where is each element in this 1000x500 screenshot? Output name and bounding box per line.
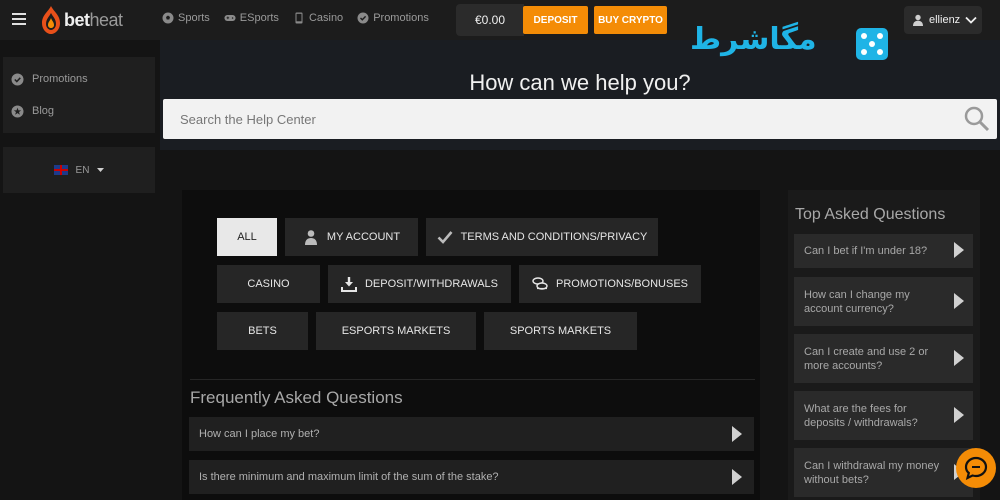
download-icon — [340, 277, 357, 292]
top-questions-title: Top Asked Questions — [795, 206, 946, 223]
category-label: CASINO — [247, 278, 290, 290]
arrow-right-icon — [954, 242, 964, 258]
top-question-item[interactable]: How can I change my account currency? — [794, 277, 973, 326]
top-question-text: Can I withdrawal my money without bets? — [804, 459, 940, 486]
category-label: DEPOSIT/WITHDRAWALS — [364, 278, 499, 290]
main-nav: Sports ESports Casino Promotions — [162, 12, 429, 24]
arrow-right-icon — [732, 469, 742, 485]
logo-text: betheat — [64, 9, 123, 30]
nav-casino[interactable]: Casino — [293, 12, 343, 24]
deposit-button[interactable]: DEPOSIT — [523, 6, 588, 34]
nav-label: Promotions — [373, 12, 429, 24]
sidebar-item-label: Blog — [32, 105, 55, 117]
arrow-right-icon — [732, 426, 742, 442]
faq-title: Frequently Asked Questions — [190, 388, 403, 407]
top-question-text: What are the fees for deposits / withdra… — [804, 402, 918, 429]
category-label: ESPORTS MARKETS — [341, 325, 451, 337]
sidebar-item-label: Promotions — [32, 73, 88, 85]
nav-label: ESports — [239, 12, 279, 24]
category-terms[interactable]: TERMS AND CONDITIONS/PRIVACY — [426, 218, 658, 256]
category-label: ALL — [237, 231, 257, 243]
category-sports-markets[interactable]: SPORTS MARKETS — [484, 312, 637, 350]
chevron-down-icon — [97, 167, 105, 172]
arrow-right-icon — [954, 292, 964, 309]
top-question-text: Can I bet if I'm under 18? — [804, 245, 928, 257]
uk-flag-icon — [53, 165, 68, 175]
live-chat-button[interactable] — [956, 448, 996, 488]
search-icon[interactable] — [963, 105, 991, 133]
category-casino[interactable]: CASINO — [217, 265, 320, 303]
sidebar-item-blog[interactable]: Blog — [3, 95, 155, 127]
category-label: MY ACCOUNT — [326, 231, 401, 243]
sidebar-item-promotions[interactable]: Promotions — [3, 63, 155, 95]
checkmark-icon — [437, 231, 453, 244]
sidebar-menu: Promotions Blog — [3, 57, 155, 133]
top-question-item[interactable]: Can I withdrawal my money without bets? — [794, 448, 973, 497]
help-categories-panel: ALL MY ACCOUNT TERMS AND CONDITIONS/PRIV… — [182, 190, 760, 500]
top-question-item[interactable]: What are the fees for deposits / withdra… — [794, 391, 973, 440]
search-input[interactable] — [163, 99, 953, 139]
username: ellienz — [929, 14, 961, 26]
divider — [190, 379, 755, 380]
language-selector[interactable]: EN — [3, 147, 155, 193]
top-question-text: How can I change my account currency? — [804, 288, 910, 315]
nav-label: Casino — [308, 12, 344, 24]
nav-esports[interactable]: ESports — [224, 12, 279, 24]
category-promotions-bonuses[interactable]: PROMOTIONS/BONUSES — [519, 265, 701, 303]
buy-crypto-button[interactable]: BUY CRYPTO — [594, 6, 667, 34]
nav-sports[interactable]: Sports — [162, 12, 210, 24]
coins-icon — [532, 277, 548, 290]
category-label: BETS — [248, 325, 277, 337]
language-label: EN — [75, 164, 90, 176]
arrow-right-icon — [954, 406, 964, 423]
category-all[interactable]: ALL — [217, 218, 277, 256]
top-question-item[interactable]: Can I create and use 2 or more accounts? — [794, 334, 973, 383]
user-icon — [913, 14, 923, 26]
menu-icon[interactable] — [12, 13, 26, 25]
balance-display[interactable]: €0.00 — [456, 4, 524, 36]
faq-item[interactable]: How can I place my bet? — [189, 417, 754, 451]
top-question-text: Can I create and use 2 or more accounts? — [804, 345, 929, 372]
faq-question: Is there minimum and maximum limit of th… — [199, 471, 499, 483]
faq-question: How can I place my bet? — [199, 428, 320, 440]
category-label: SPORTS MARKETS — [509, 325, 612, 337]
logo[interactable]: betheat — [40, 4, 123, 36]
category-deposit-withdrawals[interactable]: DEPOSIT/WITHDRAWALS — [328, 265, 511, 303]
flame-logo-icon — [42, 6, 60, 34]
page-title: How can we help you? — [469, 70, 691, 95]
arrow-right-icon — [954, 349, 964, 366]
faq-item[interactable]: Is there minimum and maximum limit of th… — [189, 460, 754, 494]
watermark-text: مگاشرط — [690, 22, 817, 57]
category-label: TERMS AND CONDITIONS/PRIVACY — [460, 231, 648, 243]
user-menu[interactable]: ellienz — [904, 6, 982, 34]
soccer-ball-icon — [162, 12, 174, 24]
top-questions-panel: Top Asked Questions Can I bet if I'm und… — [788, 190, 980, 500]
search-bar — [163, 99, 997, 139]
star-icon — [11, 105, 24, 117]
gamepad-icon — [224, 15, 236, 21]
badge-check-icon — [357, 12, 369, 24]
category-my-account[interactable]: MY ACCOUNT — [285, 218, 418, 256]
watermark-logo: مگاشرط — [690, 22, 890, 70]
category-esports-markets[interactable]: ESPORTS MARKETS — [316, 312, 476, 350]
category-bets[interactable]: BETS — [217, 312, 308, 350]
nav-label: Sports — [178, 12, 210, 24]
dice-icon — [856, 28, 888, 60]
chevron-down-icon — [965, 16, 977, 24]
phone-icon — [295, 12, 303, 24]
user-icon — [304, 230, 317, 245]
badge-check-icon — [11, 73, 24, 85]
category-label: PROMOTIONS/BONUSES — [555, 278, 689, 290]
nav-promotions[interactable]: Promotions — [357, 12, 429, 24]
sidebar: Promotions Blog EN — [3, 57, 155, 193]
chat-bubble-icon — [964, 456, 988, 480]
top-question-item[interactable]: Can I bet if I'm under 18? — [794, 234, 973, 268]
